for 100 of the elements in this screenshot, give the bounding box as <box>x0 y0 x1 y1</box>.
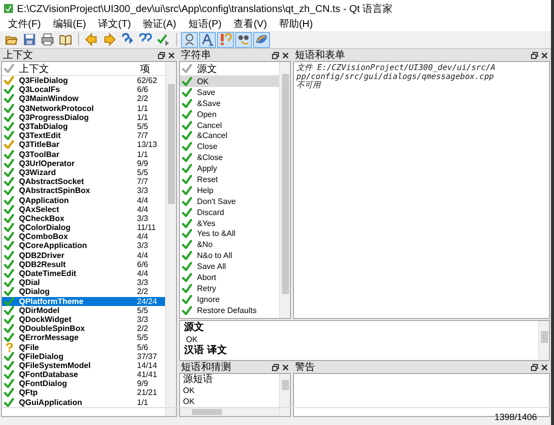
string-row[interactable]: &Save <box>180 98 279 109</box>
context-row[interactable]: QPlatformTheme 24/24 <box>2 296 165 306</box>
float-icon[interactable] <box>531 364 538 370</box>
string-row[interactable]: N&o to All <box>180 250 279 262</box>
context-row[interactable]: Q3ProgressDialog 1/1 <box>2 112 165 122</box>
context-row[interactable]: QDB2Driver 4/4 <box>2 250 165 260</box>
context-name: QDB2Result <box>18 260 67 269</box>
vertical-scrollbar[interactable] <box>279 62 290 318</box>
context-row[interactable]: QDial 3/3 <box>2 278 165 288</box>
string-row[interactable]: Apply <box>180 163 279 174</box>
context-row[interactable]: Q3TabDialog 5/5 <box>2 122 165 132</box>
source-string: Retry <box>196 284 218 293</box>
float-icon[interactable] <box>158 52 165 58</box>
toolbar-button[interactable] <box>21 32 38 48</box>
item-count: 9/9 <box>136 379 148 388</box>
vertical-scrollbar[interactable] <box>538 321 549 360</box>
toolbar-button[interactable] <box>253 32 270 48</box>
string-row[interactable]: Cancel <box>180 120 279 130</box>
phrase-row[interactable]: OK <box>180 385 279 396</box>
float-icon[interactable] <box>272 364 279 370</box>
string-row[interactable]: Restore Defaults <box>180 304 279 316</box>
column-title[interactable]: 上下文 <box>16 62 137 76</box>
context-row[interactable]: QDoubleSpinBox 2/2 <box>2 324 165 334</box>
context-row[interactable]: QFtp 21/21 <box>2 388 165 398</box>
context-row[interactable]: QFontDialog 9/9 <box>2 379 165 388</box>
close-icon[interactable] <box>282 364 289 370</box>
close-icon[interactable] <box>541 364 548 370</box>
close-icon[interactable] <box>168 52 175 58</box>
context-row[interactable]: QAxSelect 4/4 <box>2 204 165 214</box>
check-arrow-icon <box>157 33 170 46</box>
context-row[interactable]: Q3ToolBar 1/1 <box>2 150 165 159</box>
string-row[interactable]: Retry <box>180 282 279 294</box>
context-row[interactable]: Q3UrlOperator 9/9 <box>2 158 165 168</box>
close-icon[interactable] <box>541 52 548 58</box>
string-row[interactable]: Save <box>180 86 279 98</box>
context-row[interactable]: QDirModel 5/5 <box>2 306 165 315</box>
context-row[interactable]: QColorDialog 11/11 <box>2 223 165 232</box>
string-row[interactable]: Open <box>180 108 279 120</box>
context-row[interactable]: Q3Wizard 5/5 <box>2 168 165 178</box>
float-icon[interactable] <box>531 52 538 58</box>
context-row[interactable]: Q3NetworkProtocol 1/1 <box>2 104 165 113</box>
string-row[interactable]: Reset <box>180 174 279 185</box>
string-row[interactable]: Don't Save <box>180 196 279 207</box>
context-row[interactable]: QFile 5/6 <box>2 342 165 352</box>
string-row[interactable]: &Close <box>180 152 279 164</box>
string-row[interactable]: Abort <box>180 272 279 283</box>
float-icon[interactable] <box>272 52 279 58</box>
menu-item[interactable]: 文件(F) <box>2 17 47 31</box>
context-row[interactable]: QAbstractSpinBox 3/3 <box>2 186 165 196</box>
context-row[interactable]: QDialog 2/2 <box>2 287 165 296</box>
context-row[interactable]: QDateTimeEdit 4/4 <box>2 268 165 278</box>
phrase-row[interactable]: OK <box>180 396 279 407</box>
context-row[interactable]: Q3TitleBar 13/13 <box>2 140 165 150</box>
vertical-scrollbar[interactable] <box>279 374 290 416</box>
string-row[interactable]: Ignore <box>180 294 279 305</box>
menu-item[interactable]: 短语(P) <box>182 17 228 31</box>
toolbar-button[interactable] <box>235 32 252 48</box>
context-row[interactable]: Q3LocalFs 6/6 <box>2 85 165 94</box>
context-row[interactable]: QAbstractSocket 7/7 <box>2 177 165 186</box>
string-row[interactable]: Discard <box>180 206 279 218</box>
string-row[interactable]: &Yes <box>180 218 279 228</box>
string-row[interactable]: Close <box>180 141 279 152</box>
toolbar-button[interactable] <box>217 32 234 48</box>
string-row[interactable]: OK <box>180 76 279 87</box>
string-row[interactable]: &Cancel <box>180 130 279 142</box>
context-row[interactable]: QApplication 4/4 <box>2 195 165 205</box>
string-row[interactable]: Help <box>180 184 279 196</box>
toolbar-button[interactable] <box>39 32 56 48</box>
context-row[interactable]: QFontDatabase 41/41 <box>2 370 165 380</box>
toolbar-button[interactable] <box>181 32 198 48</box>
source-string: &Yes <box>196 218 216 228</box>
string-row[interactable]: Yes to &All <box>180 228 279 240</box>
context-row[interactable]: QFileDialog 37/37 <box>2 352 165 361</box>
context-row[interactable]: QFileSystemModel 14/14 <box>2 360 165 370</box>
column-title[interactable]: 源文 <box>194 62 217 76</box>
context-row[interactable]: QCoreApplication 3/3 <box>2 241 165 251</box>
column-title[interactable]: 项 <box>137 62 150 76</box>
context-row[interactable]: QCheckBox 3/3 <box>2 214 165 223</box>
close-icon[interactable] <box>282 52 289 58</box>
item-count: 7/7 <box>136 131 148 140</box>
vertical-scrollbar[interactable] <box>165 62 176 416</box>
string-row[interactable]: &No <box>180 239 279 250</box>
column-title[interactable]: 源短语 <box>180 374 279 385</box>
string-row[interactable]: Save All <box>180 261 279 272</box>
context-row[interactable]: QDB2Result 6/6 <box>2 260 165 269</box>
menu-item[interactable]: 查看(V) <box>228 17 273 31</box>
toolbar-button[interactable] <box>155 32 172 48</box>
context-row[interactable]: QErrorMessage 5/5 <box>2 333 165 342</box>
context-row[interactable]: Q3MainWindow 2/2 <box>2 94 165 104</box>
toolbar-button[interactable] <box>199 32 216 48</box>
menu-item[interactable]: 编辑(E) <box>46 17 92 31</box>
menu-item[interactable]: 验证(A) <box>136 17 182 31</box>
context-row[interactable]: Q3TextEdit 7/7 <box>2 131 165 140</box>
context-row[interactable]: Q3FileDialog 62/62 <box>2 76 165 86</box>
menu-item[interactable]: 译文(T) <box>92 17 137 31</box>
context-row[interactable]: QComboBox 4/4 <box>2 232 165 242</box>
context-row[interactable]: QDockWidget 3/3 <box>2 314 165 324</box>
menu-item[interactable]: 帮助(H) <box>272 17 319 31</box>
context-row[interactable]: QGuiApplication 1/1 <box>2 398 165 407</box>
item-count: 2/2 <box>136 324 148 334</box>
